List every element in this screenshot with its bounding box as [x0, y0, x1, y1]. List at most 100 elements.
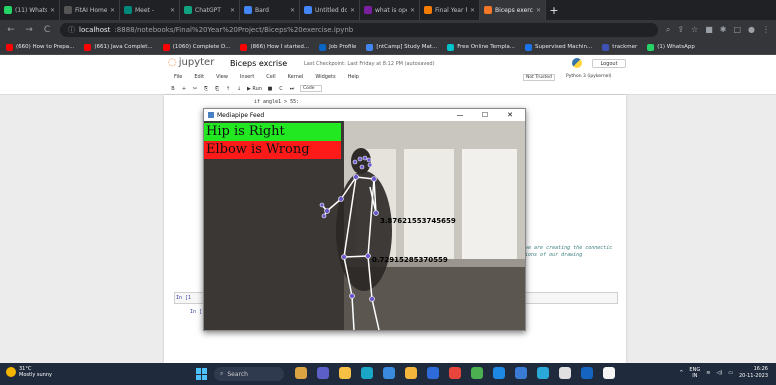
reload-icon[interactable]: C [42, 25, 52, 35]
app-icon[interactable] [559, 367, 571, 379]
taskbar-apps [295, 367, 615, 379]
weather-widget[interactable]: 31°C Mostly sunny [6, 366, 52, 378]
sidebar-icon[interactable]: □ [733, 25, 741, 35]
browser-tab[interactable]: ChatGPT ✕ [180, 0, 240, 20]
trusted-indicator[interactable]: Not Trusted [523, 74, 555, 81]
new-tab-button[interactable]: + [546, 0, 562, 20]
app-icon[interactable] [515, 367, 527, 379]
menu-item[interactable]: Kernel [288, 74, 304, 80]
maximize-button[interactable]: ☐ [474, 111, 496, 119]
toolbar-button[interactable]: ↑ [225, 86, 231, 92]
share-icon[interactable]: ⇪ [677, 25, 684, 35]
info-icon[interactable]: ⓘ [68, 25, 75, 35]
menu-item[interactable]: Insert [240, 74, 254, 80]
clock-time: 16:26 [753, 366, 768, 372]
jupyter-logo[interactable]: ◌ jupyter [168, 57, 214, 68]
menu-item[interactable]: Cell [266, 74, 275, 80]
profile-icon[interactable]: ● [748, 25, 755, 35]
app-icon[interactable] [471, 367, 483, 379]
mediapipe-window[interactable]: Mediapipe Feed — ☐ ✕ Hip is Right Elbow … [203, 108, 526, 331]
menu-item[interactable]: View [216, 74, 228, 80]
puzzle-icon[interactable]: ✱ [720, 25, 727, 35]
teams-app-icon[interactable] [317, 367, 329, 379]
toolbar-button[interactable]: + [181, 86, 187, 92]
app-icon[interactable] [537, 367, 549, 379]
bookmark-item[interactable]: [ntCamp] Study Mat... [366, 43, 437, 51]
widget-app-icon[interactable] [295, 367, 307, 379]
menu-item[interactable]: File [174, 74, 182, 80]
edge-browser-icon[interactable] [361, 367, 373, 379]
kernel-indicator[interactable]: Python 3 (ipykernel) [566, 74, 611, 79]
taskbar-search[interactable]: ⌕ Search [214, 367, 284, 381]
bookmark-item[interactable]: Free Online Templa... [447, 43, 515, 51]
close-icon[interactable]: ✕ [110, 7, 115, 14]
forward-icon[interactable]: → [24, 25, 34, 35]
folder-icon[interactable] [405, 367, 417, 379]
bookmark-item[interactable]: trackmer [602, 43, 637, 51]
battery-icon[interactable]: ▭ [728, 370, 733, 376]
bookmark-item[interactable]: (866) How I started... [240, 43, 309, 51]
back-icon[interactable]: ← [6, 25, 16, 35]
browser-tab[interactable]: Biceps exerci ✕ [480, 0, 546, 20]
menu-item[interactable]: Widgets [315, 74, 335, 80]
bookmark-item[interactable]: (661) Java Complet... [84, 43, 153, 51]
close-icon[interactable]: ✕ [470, 7, 475, 14]
cell-type-select[interactable]: Code [300, 85, 322, 92]
extension-icon[interactable]: ■ [705, 25, 713, 35]
wifi-icon[interactable]: ≋ [706, 370, 710, 376]
browser-tab[interactable]: Bard ✕ [240, 0, 300, 20]
document-icon[interactable] [603, 367, 615, 379]
bookmark-item[interactable]: (660) How to Prepa... [6, 43, 74, 51]
app-icon[interactable] [581, 367, 593, 379]
toolbar-button[interactable]: ▶ Run [247, 86, 262, 92]
close-icon[interactable]: ✕ [290, 7, 295, 14]
browser-tab[interactable]: (11) WhatsAp✕ [0, 0, 60, 20]
volume-icon[interactable]: ◁) [716, 370, 722, 376]
bookmark-item[interactable]: Supervised Machin... [525, 43, 592, 51]
tab-label: Bard [255, 6, 269, 14]
close-icon[interactable]: ✕ [50, 7, 55, 14]
system-clock[interactable]: 16:26 20-11-2023 [739, 366, 768, 380]
menu-item[interactable]: Edit [194, 74, 204, 80]
browser-tab[interactable]: FitAI Home ✕ [60, 0, 120, 20]
search-icon[interactable]: ⌕ [666, 25, 670, 35]
minimize-button[interactable]: — [449, 111, 471, 119]
toolbar-button[interactable]: ⎗ [214, 86, 220, 92]
toolbar-button[interactable]: ✂ [192, 86, 198, 92]
toolbar-button[interactable]: B [170, 86, 176, 92]
close-icon[interactable]: ✕ [536, 7, 541, 14]
bookmark-item[interactable]: (1) WhatsApp [647, 43, 695, 51]
bookmark-item[interactable]: Job Profile [319, 43, 356, 51]
chrome-icon[interactable] [449, 367, 461, 379]
notebook-title[interactable]: Biceps excrise [230, 59, 287, 68]
toolbar-button[interactable]: ↓ [236, 86, 242, 92]
close-icon[interactable]: ✕ [170, 7, 175, 14]
file-explorer-icon[interactable] [339, 367, 351, 379]
vscode-icon[interactable] [493, 367, 505, 379]
window-titlebar[interactable]: Mediapipe Feed — ☐ ✕ [204, 109, 525, 121]
toolbar-button[interactable]: ⏭ [289, 86, 295, 92]
close-button[interactable]: ✕ [499, 111, 521, 119]
close-icon[interactable]: ✕ [350, 7, 355, 14]
close-icon[interactable]: ✕ [410, 7, 415, 14]
lang-indicator[interactable]: ENG IN [689, 367, 700, 379]
star-icon[interactable]: ☆ [691, 25, 698, 35]
toolbar-button[interactable]: C [278, 86, 284, 92]
browser-tab[interactable]: what is open✕ [360, 0, 420, 20]
browser-tab[interactable]: Meet - ✕ [120, 0, 180, 20]
browser-tab[interactable]: Untitled doc✕ [300, 0, 360, 20]
tab-label: Untitled doc [315, 6, 347, 14]
address-bar[interactable]: ⓘ localhost:8888/notebooks/Final%20Year%… [60, 23, 658, 37]
browser-tab[interactable]: Final Year Pr✕ [420, 0, 480, 20]
toolbar-button[interactable]: ■ [267, 86, 273, 92]
chevron-up-icon[interactable]: ^ [679, 370, 683, 376]
logout-button[interactable]: Logout [592, 59, 626, 68]
menu-icon[interactable]: ⋮ [762, 25, 770, 35]
windows-start-icon[interactable] [196, 368, 208, 380]
app-icon[interactable] [427, 367, 439, 379]
close-icon[interactable]: ✕ [230, 7, 235, 14]
menu-item[interactable]: Help [348, 74, 359, 80]
store-app-icon[interactable] [383, 367, 395, 379]
bookmark-item[interactable]: (1060) Complete D... [162, 43, 230, 51]
toolbar-button[interactable]: ⎘ [203, 86, 209, 92]
